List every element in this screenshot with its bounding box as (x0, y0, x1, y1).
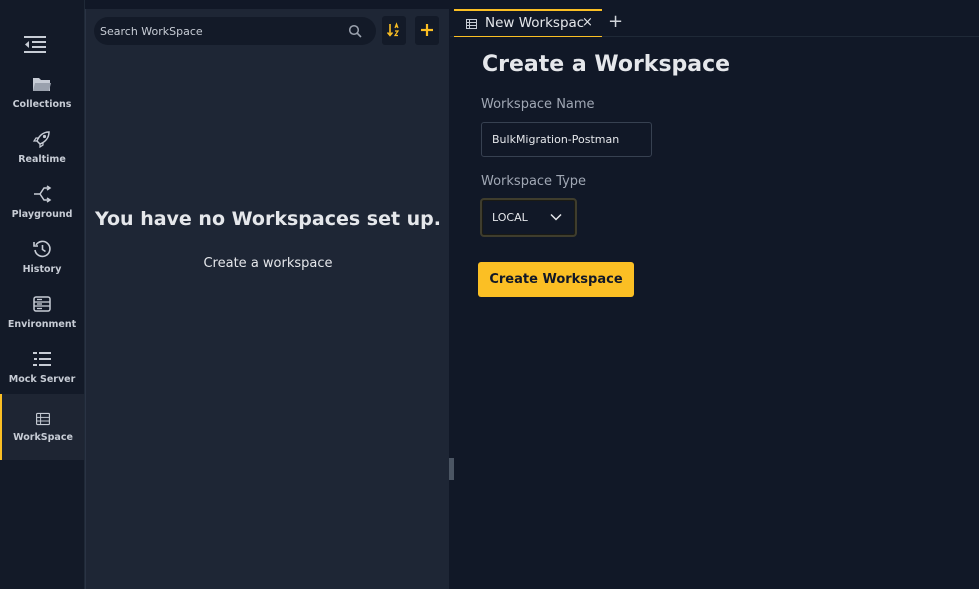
tab-new-workspace[interactable]: New Workspac × (454, 9, 602, 37)
new-tab-button[interactable]: + (608, 11, 623, 32)
branch-icon (34, 185, 52, 203)
server-icon (33, 296, 51, 312)
sort-icon (386, 22, 400, 37)
panel-resize-handle[interactable] (449, 458, 454, 480)
sidebar-item-label: Environment (7, 319, 77, 330)
sidebar-item-label: Mock Server (8, 374, 76, 385)
sidebar-item-collections[interactable]: Collections (0, 74, 84, 129)
rocket-icon (32, 131, 50, 149)
workspace-type-value: LOCAL (492, 211, 528, 224)
list-icon (33, 352, 51, 366)
tab-label: New Workspac (485, 15, 585, 31)
sidebar-item-label: WorkSpace (13, 432, 73, 443)
create-workspace-link[interactable]: Create a workspace (86, 256, 450, 271)
workspace-icon (36, 412, 50, 426)
sidebar-item-workspace[interactable]: WorkSpace (0, 394, 84, 460)
chevron-down-icon (550, 213, 562, 221)
workspace-type-label: Workspace Type (481, 174, 587, 189)
search-box[interactable] (94, 17, 376, 45)
create-workspace-button[interactable]: Create Workspace (478, 262, 634, 297)
add-workspace-button[interactable] (415, 16, 439, 45)
sidebar-item-environment[interactable]: Environment (0, 294, 84, 349)
sidebar-item-label: Realtime (18, 154, 66, 165)
sidebar-item-label: Playground (11, 209, 73, 220)
tab-bar: New Workspac × + (450, 9, 979, 37)
collapse-menu-icon[interactable] (24, 35, 46, 53)
close-icon[interactable]: × (582, 15, 593, 30)
search-input[interactable] (100, 17, 340, 45)
nav-rail: Collections Realtime Playground History (0, 0, 85, 589)
sidebar-item-label: Collections (12, 99, 72, 110)
plus-icon (421, 24, 433, 36)
sort-button[interactable] (382, 16, 406, 45)
workspace-name-label: Workspace Name (481, 97, 595, 112)
workspace-name-field[interactable] (481, 122, 652, 157)
empty-state-title: You have no Workspaces set up. (94, 208, 442, 230)
sidebar-item-realtime[interactable]: Realtime (0, 129, 84, 184)
folder-icon (33, 78, 51, 91)
history-icon (33, 240, 51, 258)
workspace-icon (466, 19, 477, 29)
workspace-list-panel: You have no Workspaces set up. Create a … (85, 9, 449, 589)
page-title: Create a Workspace (482, 52, 731, 77)
workspace-type-select[interactable]: LOCAL (480, 198, 577, 237)
sidebar-item-playground[interactable]: Playground (0, 184, 84, 239)
search-icon[interactable] (348, 24, 362, 38)
sidebar-item-label: History (22, 264, 62, 275)
sidebar-item-history[interactable]: History (0, 239, 84, 294)
